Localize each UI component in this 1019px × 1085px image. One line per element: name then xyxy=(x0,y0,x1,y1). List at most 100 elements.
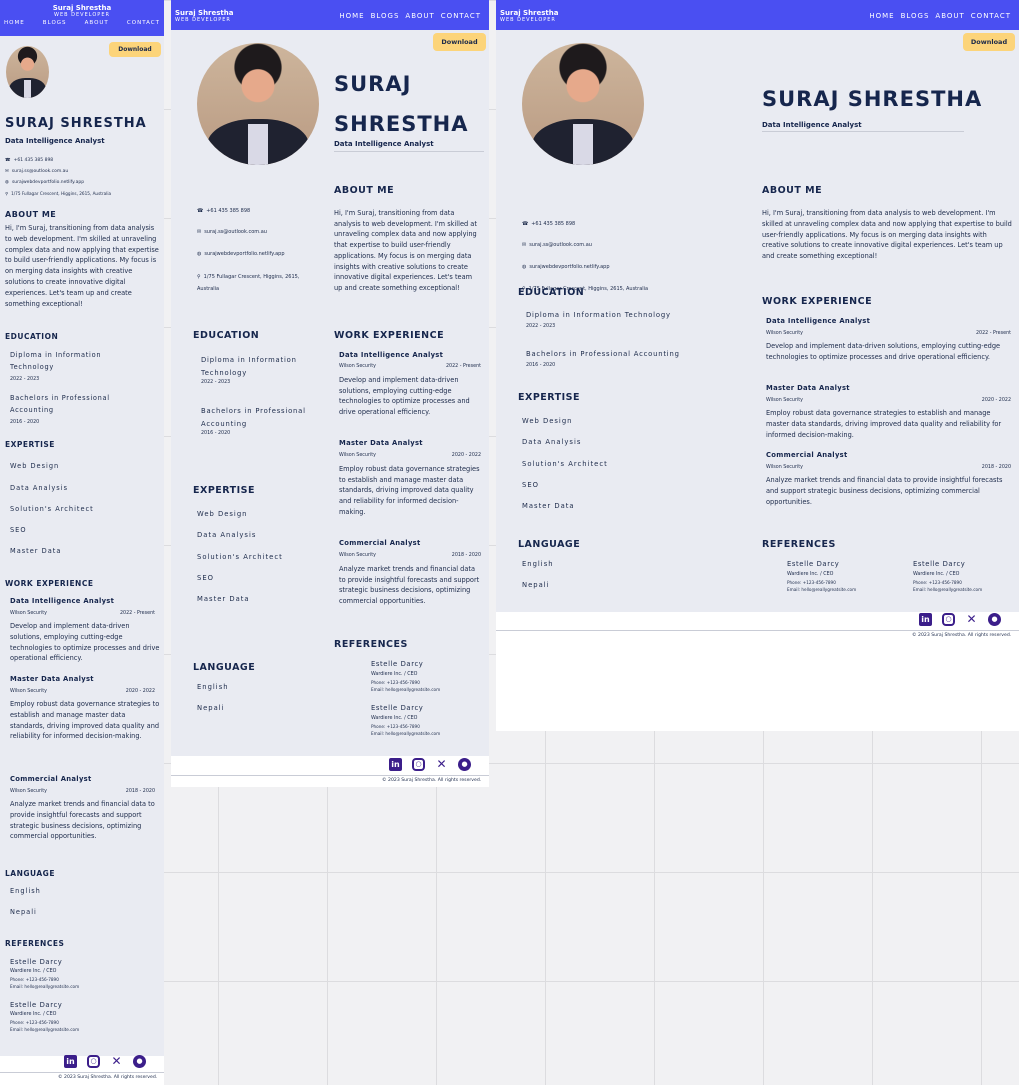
education-years-1: 2022 - 2023 xyxy=(526,324,556,329)
brand-name[interactable]: Suraj Shrestha xyxy=(0,4,164,12)
contact-phone[interactable]: ☎ +61 435 385 898 xyxy=(197,208,250,214)
reference-role: Wardiere Inc. / CEO xyxy=(371,716,418,721)
nav-blogs[interactable]: BLOGS xyxy=(901,12,930,20)
nav-about[interactable]: ABOUT xyxy=(405,12,434,20)
expertise-item: Data Analysis xyxy=(10,484,69,492)
reference-email[interactable]: Email: hello@reallygreatsite.com xyxy=(10,984,79,989)
globe-icon: ◍ xyxy=(522,264,527,270)
reference-email[interactable]: Email: hello@reallygreatsite.com xyxy=(787,587,856,592)
nav-contact[interactable]: CONTACT xyxy=(971,12,1011,20)
profile-name: SURAJ SHRESTHA xyxy=(5,116,147,131)
instagram-icon[interactable]: ○ xyxy=(87,1055,100,1068)
language-item: Nepali xyxy=(522,581,550,589)
job-description: Develop and implement data-driven soluti… xyxy=(10,622,160,663)
contact-phone[interactable]: ☎ +61 435 385 898 xyxy=(522,221,575,227)
page-body: Download SURAJ SHRESTHA Data Intelligenc… xyxy=(496,30,1019,612)
language-heading: LANGUAGE xyxy=(5,869,55,878)
tablet-view: Suraj Shrestha WEB DEVELOPER HOME BLOGS … xyxy=(171,0,489,787)
education-years-1: 2022 - 2023 xyxy=(10,377,40,382)
profile-photo xyxy=(522,43,644,165)
download-button[interactable]: Download xyxy=(109,42,161,57)
expertise-heading: EXPERTISE xyxy=(193,485,256,496)
job-description: Employ robust data governance strategies… xyxy=(766,409,1002,439)
x-icon[interactable]: ✕ xyxy=(965,613,978,626)
about-text: Hi, I'm Suraj, transitioning from data a… xyxy=(5,224,159,308)
contact-website[interactable]: ◍ surajwebdevportfolio.netlify.app xyxy=(5,180,84,185)
github-icon[interactable]: ● xyxy=(133,1055,146,1068)
reference-role: Wardiere Inc. / CEO xyxy=(787,572,834,577)
job-title: Commercial Analyst xyxy=(10,775,92,783)
nav-home[interactable]: HOME xyxy=(869,12,894,20)
reference-name: Estelle Darcy xyxy=(913,560,966,568)
nav-home[interactable]: HOME xyxy=(4,20,25,26)
nav-blogs[interactable]: BLOGS xyxy=(371,12,400,20)
job-title: Master Data Analyst xyxy=(10,675,94,683)
brand-subtitle: WEB DEVELOPER xyxy=(175,17,231,23)
references-heading: REFERENCES xyxy=(762,539,836,550)
contact-website[interactable]: ◍ surajwebdevportfolio.netlify.app xyxy=(197,251,285,257)
job-meta: Wilson Security 2018 - 2020 xyxy=(766,465,1011,470)
github-icon[interactable]: ● xyxy=(988,613,1001,626)
mail-icon: ✉ xyxy=(5,169,9,174)
nav-about[interactable]: ABOUT xyxy=(935,12,964,20)
contact-email[interactable]: ✉ suraj.ss@outlook.com.au xyxy=(5,169,68,174)
reference-phone: Phone: +123-456-7890 xyxy=(787,580,836,585)
education-item-1: Diploma in Information Technology xyxy=(10,351,102,371)
linkedin-icon[interactable]: in xyxy=(389,758,402,771)
phone-icon: ☎ xyxy=(522,221,529,227)
about-text: Hi, I'm Suraj, transitioning from data a… xyxy=(762,209,1012,261)
profile-title: Data Intelligence Analyst xyxy=(334,140,434,148)
expertise-item: Master Data xyxy=(10,547,62,555)
contact-address: ⚲ 1/75 Fullagar Crescent, Higgins, 2615, A… xyxy=(197,271,299,295)
work-heading: WORK EXPERIENCE xyxy=(762,296,873,307)
expertise-item: Master Data xyxy=(522,502,575,510)
education-item-2: Bachelors in Professional Accounting xyxy=(201,407,306,428)
education-years-2: 2016 - 2020 xyxy=(201,431,231,436)
title-divider xyxy=(762,131,964,132)
contact-phone[interactable]: ☎ +61 435 385 898 xyxy=(5,158,53,163)
job-meta: Wilson Security 2018 - 2020 xyxy=(339,553,481,558)
reference-email[interactable]: Email: hello@reallygreatsite.com xyxy=(10,1027,79,1032)
nav-contact[interactable]: CONTACT xyxy=(441,12,481,20)
language-heading: LANGUAGE xyxy=(518,539,581,550)
download-button[interactable]: Download xyxy=(963,33,1015,51)
job-meta: Wilson Security 2022 - Present xyxy=(766,331,1011,336)
contact-email[interactable]: ✉ suraj.ss@outlook.com.au xyxy=(197,229,267,235)
instagram-icon[interactable]: ○ xyxy=(412,758,425,771)
download-button[interactable]: Download xyxy=(433,33,486,51)
nav-about[interactable]: ABOUT xyxy=(85,20,109,26)
expertise-item: Web Design xyxy=(522,417,573,425)
language-item: English xyxy=(522,560,554,568)
instagram-icon[interactable]: ○ xyxy=(942,613,955,626)
reference-email[interactable]: Email: hello@reallygreatsite.com xyxy=(371,731,440,736)
x-icon[interactable]: ✕ xyxy=(110,1055,123,1068)
expertise-item: SEO xyxy=(522,481,539,489)
job-title: Commercial Analyst xyxy=(339,539,421,547)
mail-icon: ✉ xyxy=(522,242,527,248)
profile-title: Data Intelligence Analyst xyxy=(5,137,105,145)
nav-contact[interactable]: CONTACT xyxy=(127,20,160,26)
expertise-item: SEO xyxy=(10,526,27,534)
nav-home[interactable]: HOME xyxy=(339,12,364,20)
job-meta: Wilson Security 2020 - 2022 xyxy=(10,689,155,694)
profile-title: Data Intelligence Analyst xyxy=(762,121,862,129)
reference-role: Wardiere Inc. / CEO xyxy=(913,572,960,577)
contact-email[interactable]: ✉ suraj.ss@outlook.com.au xyxy=(522,242,592,248)
contact-website[interactable]: ◍ surajwebdevportfolio.netlify.app xyxy=(522,264,610,270)
github-icon[interactable]: ● xyxy=(458,758,471,771)
linkedin-icon[interactable]: in xyxy=(919,613,932,626)
mail-icon: ✉ xyxy=(197,229,202,235)
linkedin-icon[interactable]: in xyxy=(64,1055,77,1068)
contact-address: ⚲ 1/75 Fullagar Crescent, Higgins, 2615, … xyxy=(5,191,112,196)
nav-blogs[interactable]: BLOGS xyxy=(43,20,67,26)
reference-email[interactable]: Email: hello@reallygreatsite.com xyxy=(371,687,440,692)
copyright: © 2023 Suraj Shrestha. All rights reserv… xyxy=(382,778,482,783)
language-item: Nepali xyxy=(197,704,225,712)
footer-divider xyxy=(496,630,1019,631)
brand-name[interactable]: Suraj Shrestha xyxy=(500,9,558,17)
expertise-item: Master Data xyxy=(197,595,250,603)
brand-name[interactable]: Suraj Shrestha xyxy=(175,9,233,17)
mobile-view: Suraj Shrestha WEB DEVELOPER HOME BLOGS … xyxy=(0,0,164,1085)
x-icon[interactable]: ✕ xyxy=(435,758,448,771)
reference-email[interactable]: Email: hello@reallygreatsite.com xyxy=(913,587,982,592)
